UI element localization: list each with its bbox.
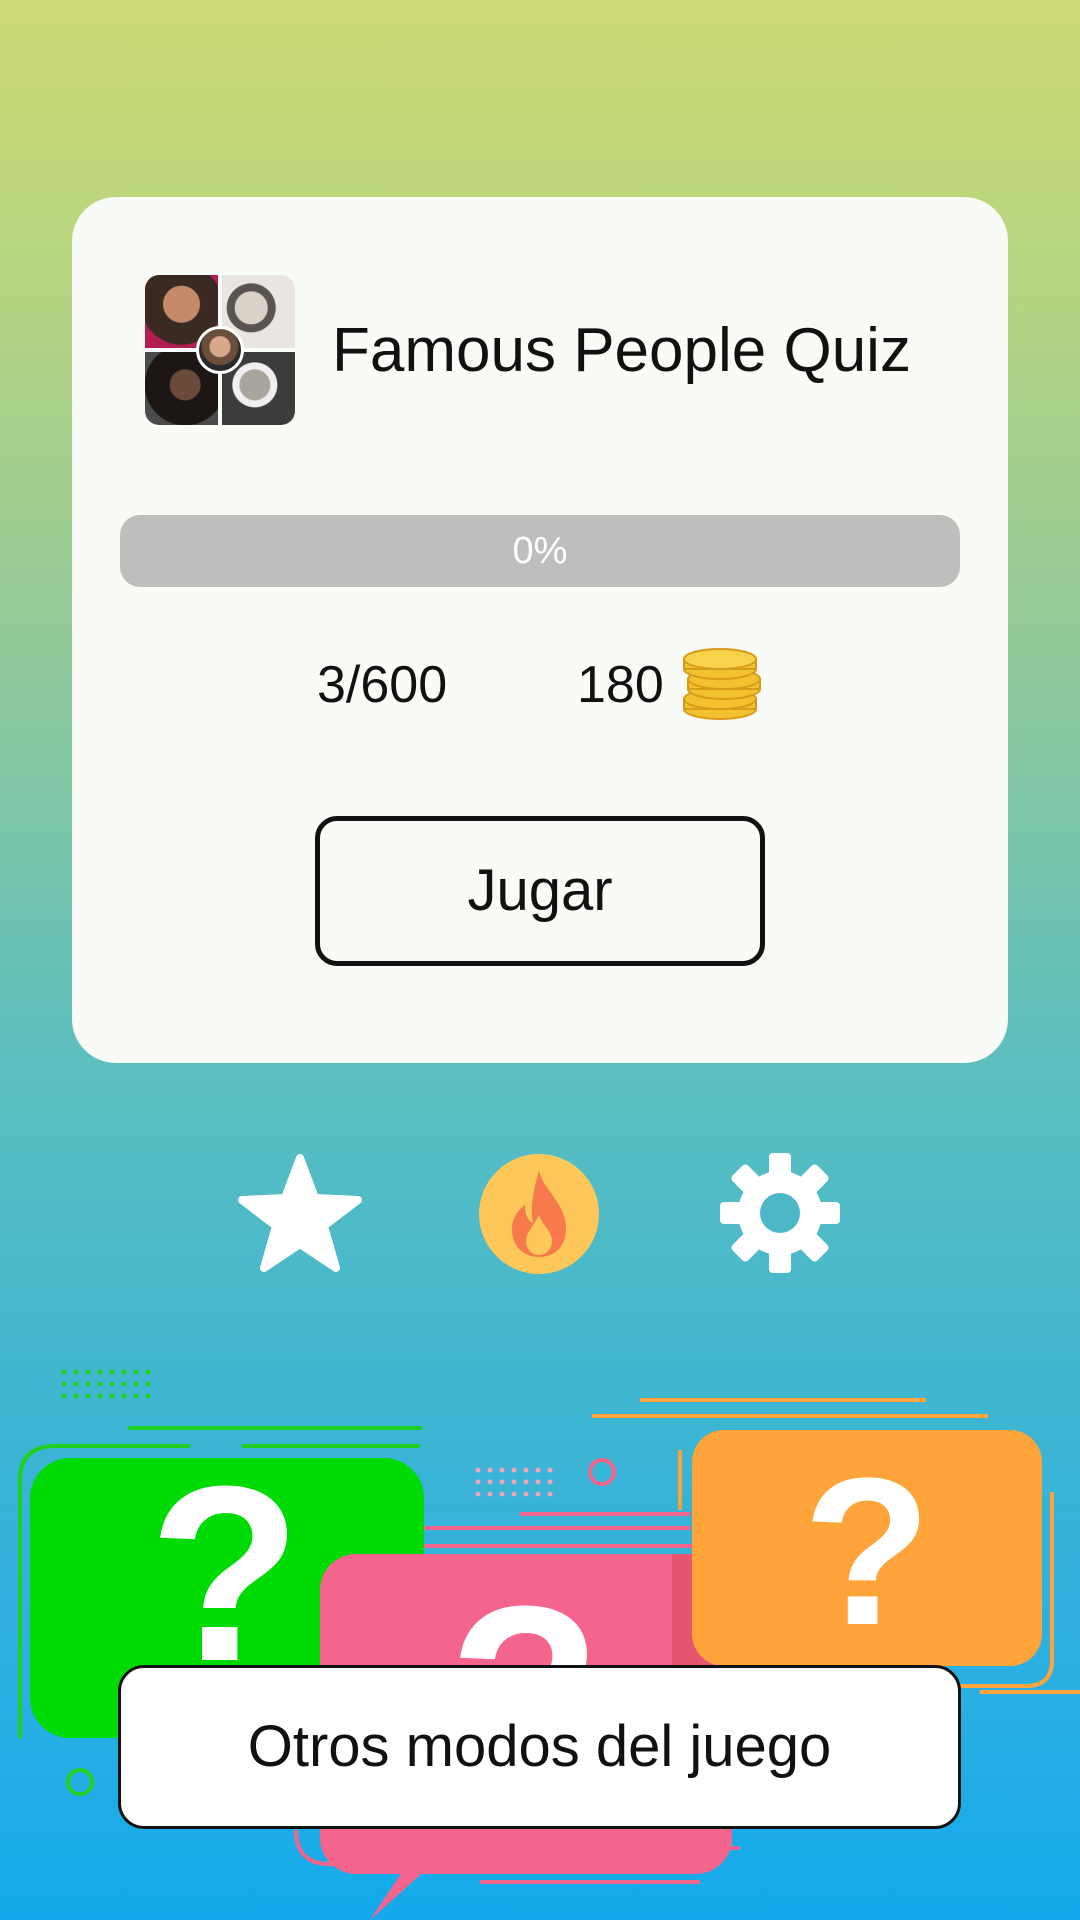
portrait-center <box>196 326 244 374</box>
gold-coin-stack-icon <box>683 648 761 720</box>
quiz-card: Famous People Quiz 0% 3/600 180 Jugar <box>72 197 1008 1063</box>
fire-icon[interactable] <box>478 1153 600 1275</box>
coins-count: 180 <box>577 656 664 714</box>
quiz-title: Famous People Quiz <box>332 316 911 385</box>
quiz-collage-icon <box>145 275 295 425</box>
progress-label: 0% <box>512 530 568 572</box>
play-button[interactable]: Jugar <box>315 816 765 966</box>
progress-bar: 0% <box>120 515 960 587</box>
svg-text:?: ? <box>803 1434 931 1669</box>
gear-icon[interactable] <box>719 1152 841 1274</box>
question-bubbles-illustration: ? ? ? <box>18 1369 1080 1920</box>
level-count: 3/600 <box>317 656 448 714</box>
other-game-modes-button[interactable]: Otros modos del juego <box>118 1665 961 1829</box>
star-icon[interactable] <box>238 1154 362 1274</box>
